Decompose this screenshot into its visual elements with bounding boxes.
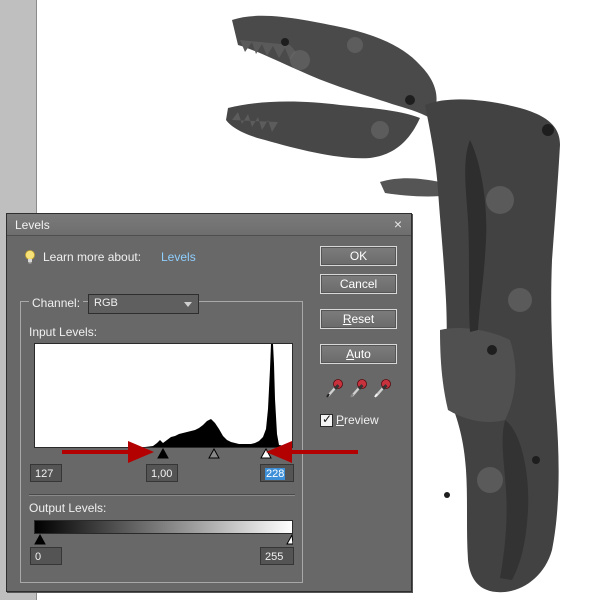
reset-button[interactable]: Reset: [320, 309, 397, 329]
dialog-title: Levels: [15, 218, 50, 232]
input-white-point-handle: [260, 448, 272, 459]
reset-label: eset: [351, 312, 375, 326]
output-white-field[interactable]: 255: [260, 547, 294, 565]
lightbulb-icon: [25, 250, 35, 264]
input-black-field[interactable]: 127: [30, 464, 62, 482]
input-gamma-handle: [208, 448, 220, 459]
output-black-point-handle: [34, 534, 46, 545]
learn-more-link[interactable]: Levels: [161, 250, 196, 264]
input-black-point-handle: [157, 448, 169, 459]
preview-checkbox[interactable]: ✓: [320, 412, 333, 427]
chevron-down-icon: [184, 302, 192, 307]
levels-dialog: Levels × Learn more about: Levels OK Can…: [6, 213, 412, 592]
input-levels-label: Input Levels:: [29, 325, 98, 339]
auto-mnemonic: A: [346, 347, 355, 361]
black-point-eyedropper-icon[interactable]: [324, 377, 344, 399]
preview-mnemonic: P: [336, 413, 345, 427]
channel-dropdown[interactable]: RGB: [88, 294, 199, 314]
cancel-button[interactable]: Cancel: [320, 274, 397, 294]
output-gradient-bar: [34, 520, 293, 534]
output-white-point-handle: [286, 534, 293, 545]
white-point-eyedropper-icon[interactable]: [372, 377, 392, 399]
auto-button[interactable]: Auto: [320, 344, 397, 364]
channel-label: Channel:: [29, 296, 84, 310]
section-divider: [29, 494, 295, 496]
output-levels-label: Output Levels:: [29, 501, 107, 515]
checkmark-icon: ✓: [322, 412, 333, 426]
input-white-field[interactable]: 228: [260, 464, 294, 482]
histogram: [34, 343, 293, 448]
eyedropper-group: [320, 377, 400, 399]
input-white-selected-text: 228: [265, 468, 286, 480]
gray-point-eyedropper-icon[interactable]: [348, 377, 368, 399]
close-icon[interactable]: ×: [391, 216, 405, 232]
learn-more-text: Learn more about:: [43, 250, 142, 264]
histogram-shape: [35, 344, 292, 447]
preview-label-rest: review: [344, 413, 379, 427]
ok-button[interactable]: OK: [320, 246, 397, 266]
input-levels-slider[interactable]: [34, 448, 293, 460]
preview-label: Preview: [336, 413, 379, 427]
auto-label: uto: [354, 347, 371, 361]
dialog-title-bar[interactable]: Levels ×: [7, 214, 411, 236]
channel-selected-value: RGB: [94, 297, 118, 309]
input-gamma-field[interactable]: 1,00: [146, 464, 178, 482]
output-black-field[interactable]: 0: [30, 547, 62, 565]
output-levels-slider[interactable]: [34, 534, 293, 546]
